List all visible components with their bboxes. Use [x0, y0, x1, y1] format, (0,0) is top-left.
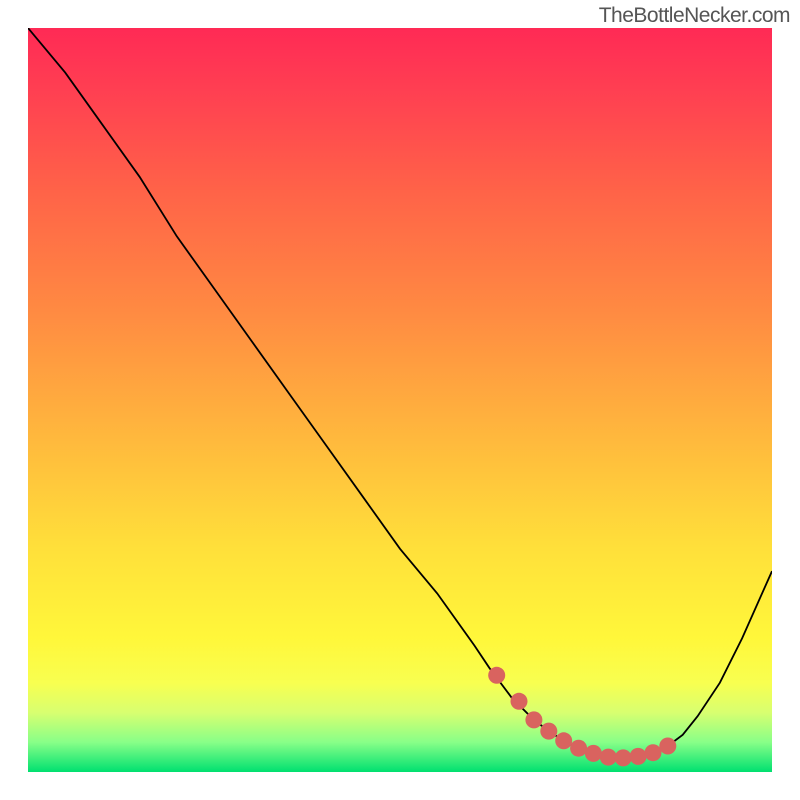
bottleneck-marker: [585, 745, 602, 762]
bottleneck-markers: [488, 667, 676, 767]
bottleneck-marker: [511, 693, 528, 710]
bottleneck-marker: [600, 749, 617, 766]
bottleneck-marker: [488, 667, 505, 684]
chart-plot-area: [28, 28, 772, 772]
watermark-text: TheBottleNecker.com: [599, 4, 790, 28]
bottleneck-marker: [630, 748, 647, 765]
bottleneck-curve: [28, 28, 772, 758]
bottleneck-marker: [645, 744, 662, 761]
bottleneck-marker: [659, 738, 676, 755]
chart-svg-overlay: [28, 28, 772, 772]
bottleneck-marker: [555, 732, 572, 749]
bottleneck-marker: [525, 711, 542, 728]
bottleneck-marker: [615, 749, 632, 766]
bottleneck-marker: [570, 740, 587, 757]
bottleneck-marker: [540, 723, 557, 740]
